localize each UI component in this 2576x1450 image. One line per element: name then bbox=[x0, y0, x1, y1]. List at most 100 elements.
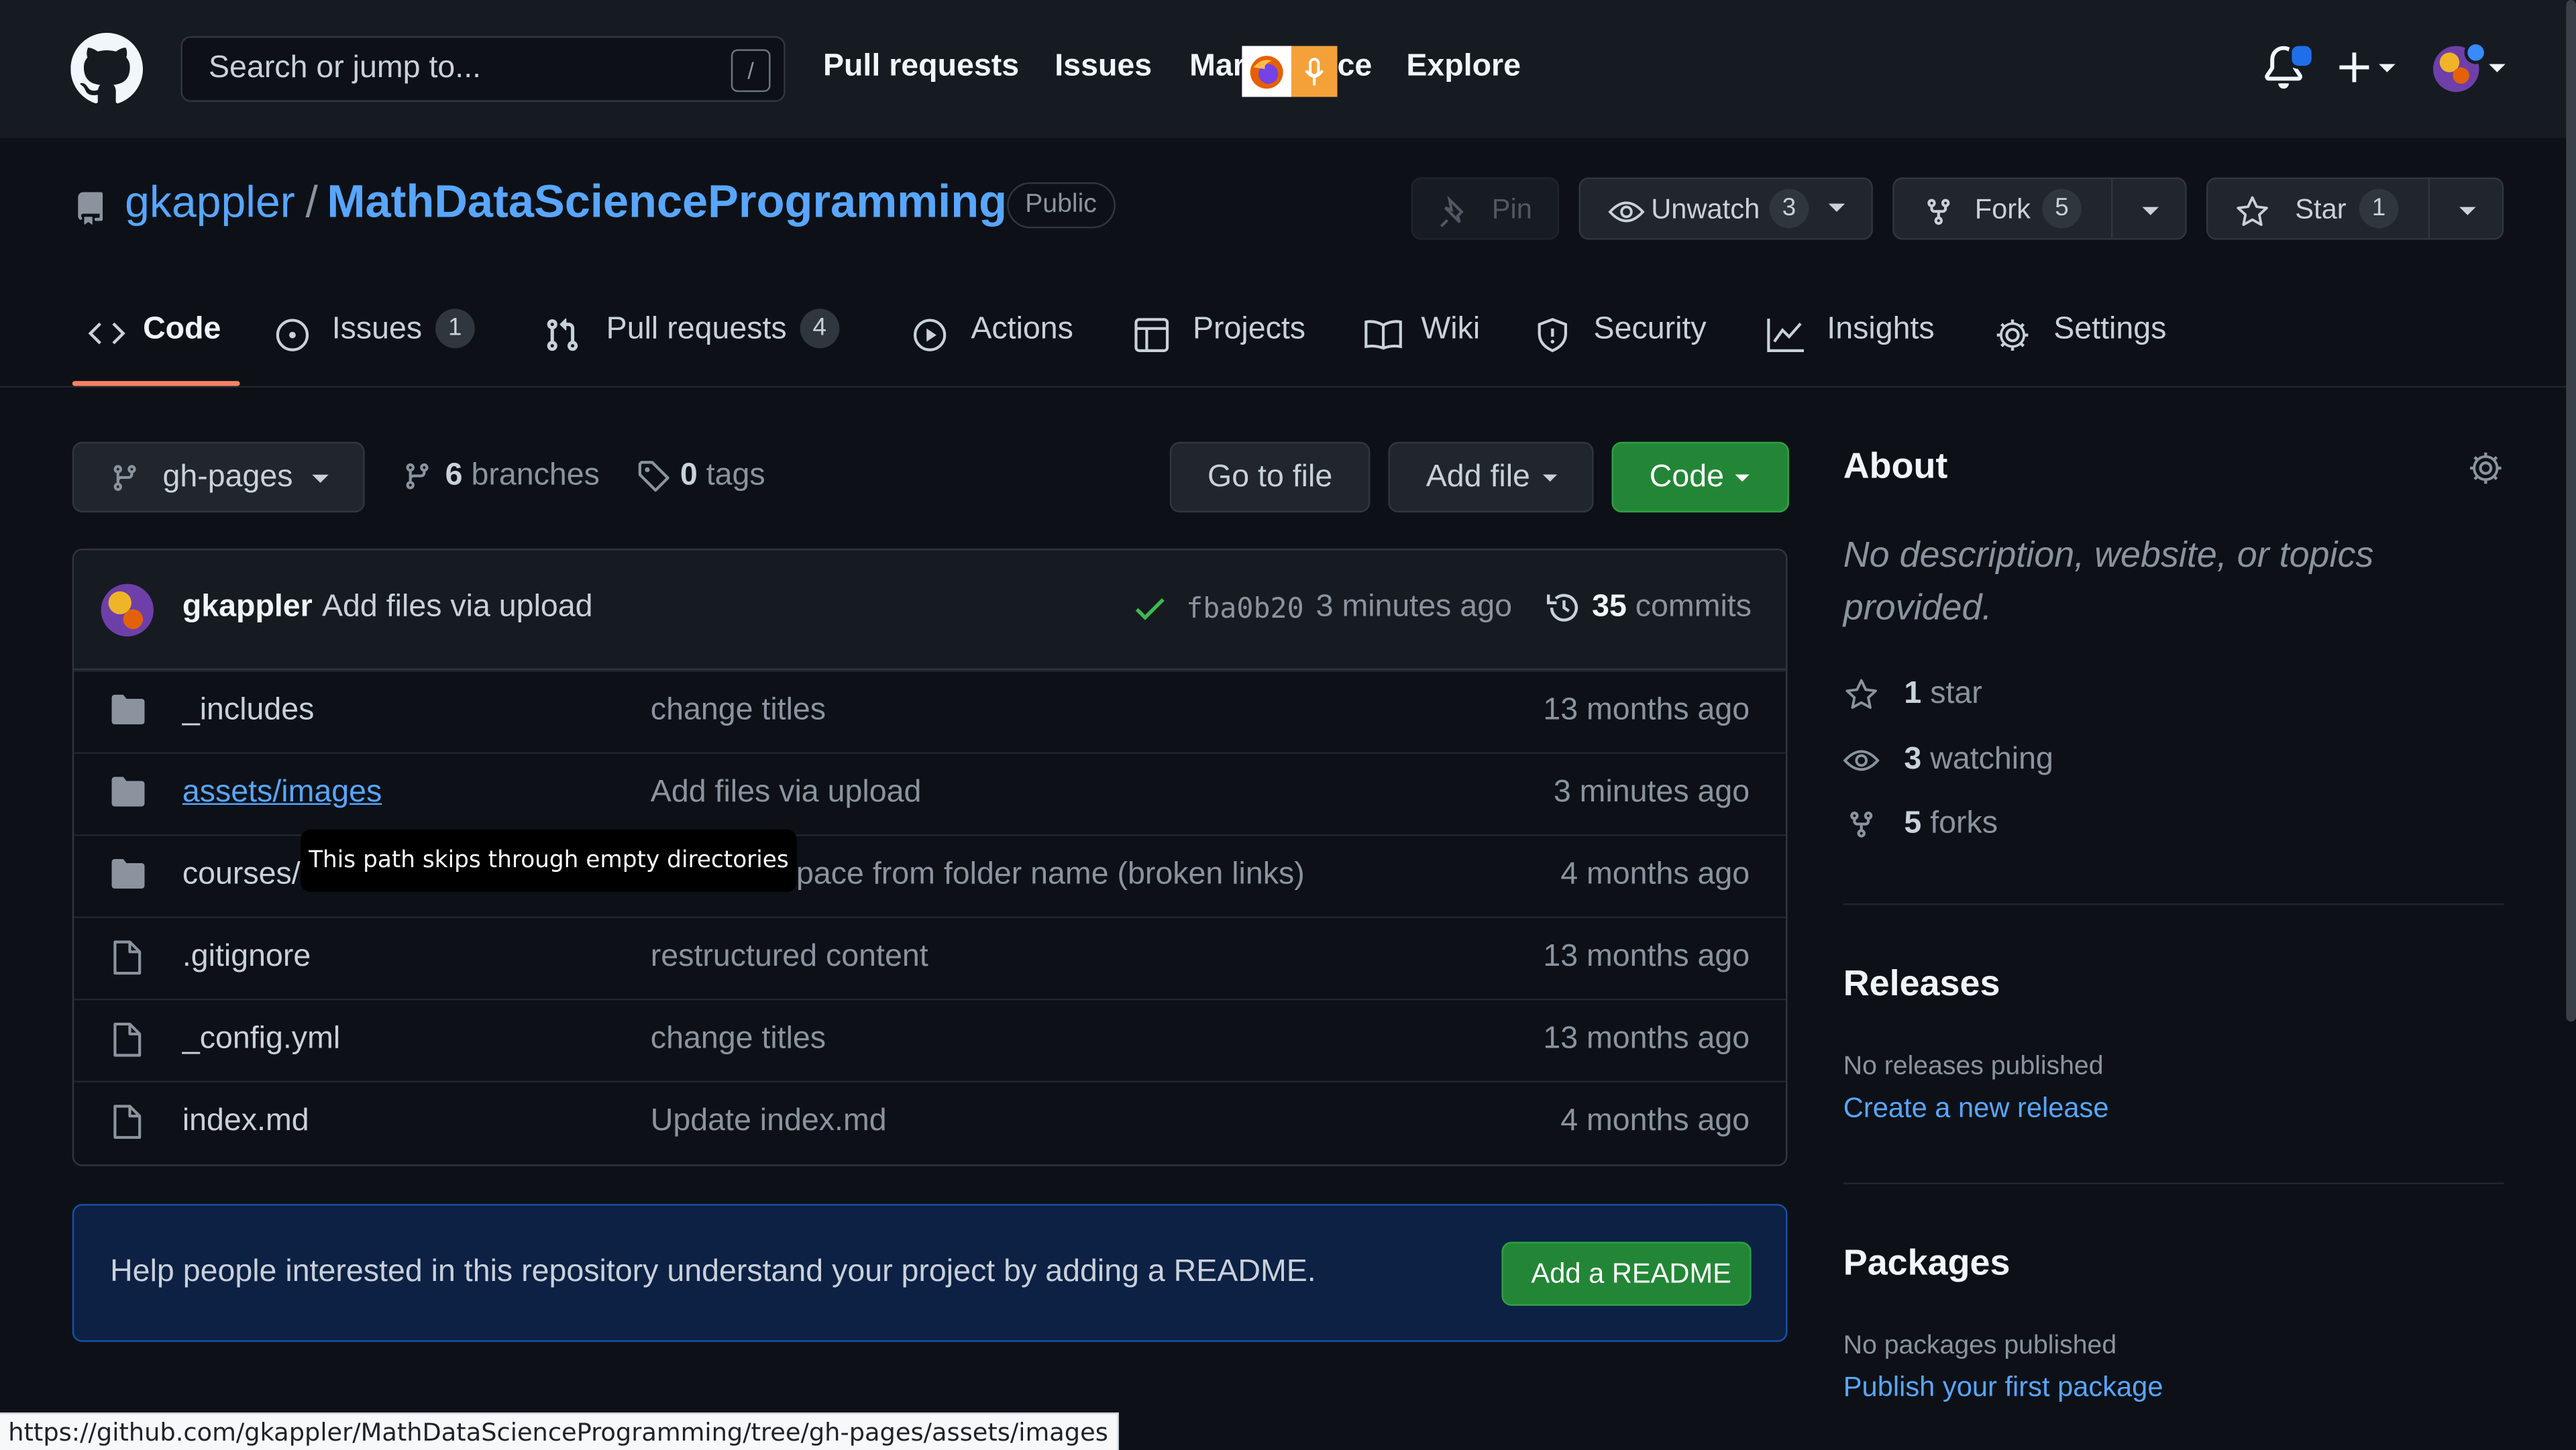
search-placeholder: Search or jump to... bbox=[209, 50, 482, 86]
firefox-recording-indicator bbox=[1242, 46, 1338, 97]
issue-opened-icon bbox=[276, 319, 309, 351]
bell-icon[interactable] bbox=[2262, 42, 2315, 89]
no-releases-text: No releases published bbox=[1843, 1052, 2104, 1081]
nav-pull-requests[interactable]: Pull requests bbox=[823, 49, 1019, 85]
page-scrollbar[interactable] bbox=[2566, 0, 2576, 1022]
gear-icon[interactable] bbox=[2467, 450, 2504, 486]
file-row-index[interactable]: index.md Update index.md 4 months ago bbox=[74, 1080, 1786, 1162]
file-row-config[interactable]: _config.yml change titles 13 months ago bbox=[74, 998, 1786, 1080]
nav-marketplace-start[interactable]: Mar bbox=[1189, 49, 1245, 85]
branches-label: branches bbox=[471, 458, 600, 493]
chevron-down-icon bbox=[1542, 474, 1558, 482]
file-row-includes[interactable]: _includes change titles 13 months ago bbox=[74, 670, 1786, 752]
file-age: 4 months ago bbox=[1560, 1103, 1750, 1139]
tab-code[interactable]: Code bbox=[87, 312, 221, 348]
tab-pull-requests[interactable]: Pull requests 4 bbox=[544, 309, 840, 351]
fork-button[interactable]: Fork 5 bbox=[1892, 177, 2187, 240]
add-file-button[interactable]: Add file bbox=[1388, 441, 1594, 513]
nav-marketplace-end[interactable]: ce bbox=[1337, 49, 1372, 85]
graph-icon bbox=[1767, 319, 1805, 352]
user-avatar-menu[interactable] bbox=[2432, 42, 2508, 95]
nav-explore[interactable]: Explore bbox=[1406, 49, 1521, 85]
file-row-gitignore[interactable]: .gitignore restructured content 13 month… bbox=[74, 916, 1786, 999]
branch-select-button[interactable]: gh-pages bbox=[72, 441, 365, 513]
file-name-link[interactable]: _includes bbox=[182, 693, 315, 729]
fork-dropdown-chevron-icon[interactable] bbox=[2141, 205, 2160, 219]
tab-security[interactable]: Security bbox=[1536, 312, 1707, 353]
watching-label: watching bbox=[1930, 742, 2053, 777]
packages-heading[interactable]: Packages bbox=[1843, 1241, 2010, 1284]
pin-button[interactable]: Pin bbox=[1411, 177, 1560, 240]
active-tab-underline bbox=[72, 381, 240, 386]
unwatch-button[interactable]: Unwatch 3 bbox=[1578, 177, 1873, 240]
file-icon bbox=[113, 1105, 142, 1139]
file-commit-message-link[interactable]: Update index.md bbox=[651, 1104, 887, 1140]
star-label: Star bbox=[2295, 193, 2347, 225]
chevron-down-icon bbox=[312, 474, 329, 484]
microphone-icon bbox=[1305, 58, 1324, 86]
link-status-url: https://github.com/gkappler/MathDataScie… bbox=[0, 1412, 1118, 1450]
tags-label: tags bbox=[706, 458, 765, 493]
file-commit-message-link[interactable]: change titles bbox=[651, 693, 826, 729]
star-icon bbox=[2237, 196, 2268, 226]
commit-author-link[interactable]: gkappler bbox=[182, 590, 313, 626]
file-age: 13 months ago bbox=[1543, 1021, 1750, 1056]
tab-actions[interactable]: Actions bbox=[912, 312, 1073, 351]
stars-link[interactable]: 1 star bbox=[1843, 677, 1982, 713]
tab-insights[interactable]: Insights bbox=[1766, 312, 1935, 352]
search-input[interactable]: Search or jump to... / bbox=[180, 36, 786, 102]
file-commit-message-link[interactable]: change titles bbox=[651, 1021, 826, 1058]
tag-icon bbox=[638, 461, 669, 492]
star-button[interactable]: Star 1 bbox=[2206, 177, 2504, 240]
file-row-assets-images[interactable]: assets/images Add files via upload 3 min… bbox=[74, 752, 1786, 834]
file-name-link[interactable]: .gitignore bbox=[182, 940, 311, 976]
branches-link[interactable]: 6 branches bbox=[402, 458, 600, 494]
author-avatar[interactable] bbox=[100, 583, 154, 637]
add-readme-button[interactable]: Add a README bbox=[1501, 1241, 1752, 1306]
add-file-label: Add file bbox=[1426, 459, 1530, 495]
go-to-file-button[interactable]: Go to file bbox=[1169, 441, 1371, 513]
unwatch-label: Unwatch bbox=[1651, 193, 1760, 225]
commits-label: commits bbox=[1635, 590, 1752, 624]
watch-count: 3 bbox=[1769, 188, 1809, 229]
create-release-link[interactable]: Create a new release bbox=[1843, 1093, 2109, 1125]
book-icon bbox=[1364, 320, 1402, 350]
forks-count: 5 bbox=[1904, 806, 1922, 841]
tags-link[interactable]: 0 tags bbox=[637, 458, 765, 494]
pin-icon bbox=[1440, 195, 1464, 227]
file-commit-message-link[interactable]: Add files via upload bbox=[651, 775, 922, 812]
code-download-button[interactable]: Code bbox=[1611, 441, 1789, 513]
about-heading: About bbox=[1843, 445, 1948, 486]
tab-projects[interactable]: Projects bbox=[1134, 312, 1305, 352]
star-dropdown-chevron-icon[interactable] bbox=[2458, 205, 2477, 219]
file-name-link[interactable]: assets/images bbox=[182, 775, 382, 812]
watchers-link[interactable]: 3 watching bbox=[1843, 742, 2053, 779]
commit-message-link[interactable]: Add files via upload bbox=[322, 590, 593, 626]
publish-package-link[interactable]: Publish your first package bbox=[1843, 1372, 2163, 1404]
file-name-link[interactable]: _config.yml bbox=[182, 1021, 340, 1058]
history-icon bbox=[1546, 594, 1578, 622]
file-commit-message-link[interactable]: restructured content bbox=[651, 940, 928, 976]
tab-wiki[interactable]: Wiki bbox=[1364, 312, 1481, 350]
repo-path-separator: / bbox=[305, 177, 318, 227]
nav-issues[interactable]: Issues bbox=[1055, 49, 1152, 85]
forks-link[interactable]: 5 forks bbox=[1843, 806, 1998, 842]
tab-issues[interactable]: Issues 1 bbox=[274, 309, 475, 351]
check-icon bbox=[1135, 598, 1165, 620]
code-button-label: Code bbox=[1649, 459, 1725, 495]
table-icon bbox=[1134, 318, 1169, 352]
tab-wiki-label: Wiki bbox=[1421, 312, 1481, 347]
file-name-link[interactable]: index.md bbox=[182, 1104, 309, 1140]
commit-sha-link[interactable]: fba0b20 bbox=[1186, 593, 1303, 626]
commits-history-link[interactable]: 35 commits bbox=[1546, 590, 1752, 626]
commit-age: 3 minutes ago bbox=[1316, 590, 1512, 624]
branches-count: 6 bbox=[445, 458, 463, 493]
repo-owner-link[interactable]: gkappler bbox=[125, 177, 295, 228]
stars-label: star bbox=[1930, 676, 1982, 712]
pin-label: Pin bbox=[1491, 193, 1532, 225]
repo-name-link[interactable]: MathDataScienceProgramming bbox=[327, 176, 1007, 228]
create-new-plus-icon[interactable] bbox=[2338, 49, 2404, 85]
releases-heading[interactable]: Releases bbox=[1843, 962, 2000, 1005]
tab-settings[interactable]: Settings bbox=[1994, 312, 2166, 351]
github-logo-icon[interactable] bbox=[70, 32, 144, 105]
